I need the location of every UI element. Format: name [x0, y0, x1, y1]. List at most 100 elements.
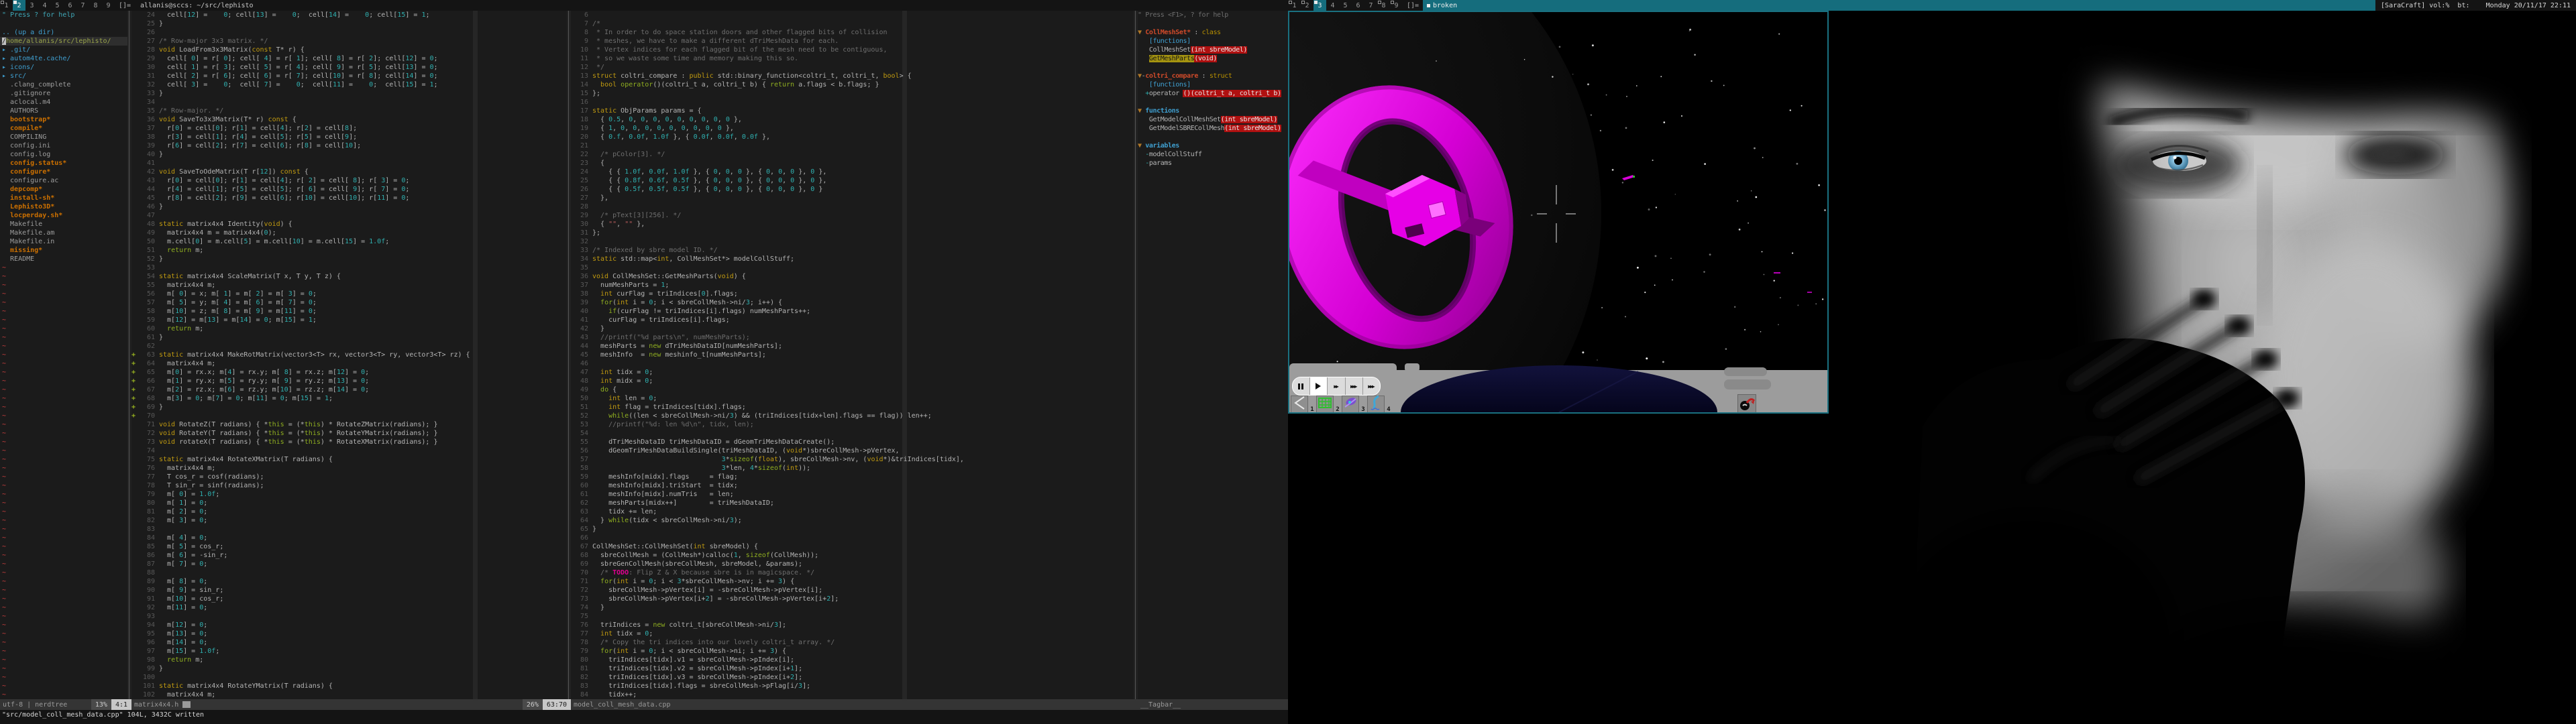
- tagbar-line[interactable]: -modelCollStuff: [1138, 150, 1288, 159]
- workspace-tag-6[interactable]: 6: [64, 0, 76, 11]
- nerdtree-file-Makefilein[interactable]: Makefile.in: [0, 237, 127, 246]
- workspace-tag-8[interactable]: 8: [1377, 0, 1390, 11]
- comms-button[interactable]: [1737, 394, 1756, 413]
- tagbar-pane[interactable]: " Press <F1>, ? for help ▼ CollMeshSet* :…: [1138, 11, 1288, 699]
- workspace-tag-6[interactable]: 6: [1352, 0, 1364, 11]
- game-hud: ▶▶▶▶▶▶▶▶ 1234: [1289, 363, 1827, 412]
- nerdtree-file-README[interactable]: README: [0, 255, 127, 263]
- vim-command-line[interactable]: "src/model_coll_mesh_data.cpp" 104L, 343…: [0, 710, 1288, 724]
- blank-line: [1138, 19, 1288, 28]
- hook-icon: [1368, 395, 1384, 414]
- layout-symbol[interactable]: []=: [115, 0, 135, 11]
- nerdtree-file-locperdaysh[interactable]: locperday.sh*: [0, 211, 127, 220]
- panel-tab[interactable]: [1724, 379, 1771, 389]
- nerdtree-file-Makefile[interactable]: Makefile: [0, 220, 127, 229]
- time-control-ff-4x[interactable]: ▶▶▶: [1346, 377, 1363, 395]
- code-line: 62: [131, 342, 567, 351]
- workspace-tag-2[interactable]: 2: [13, 0, 25, 11]
- nerdtree-root-path[interactable]: /home/allanis/src/lephisto/: [0, 37, 127, 46]
- code-line: 28: [571, 202, 1134, 211]
- empty-line-tilde: ~: [0, 603, 127, 612]
- nerdtree-file-configlog[interactable]: config.log: [0, 150, 127, 159]
- nerdtree-file-configure[interactable]: configure*: [0, 168, 127, 176]
- empty-line-tilde: ~: [0, 490, 127, 499]
- tagbar-line[interactable]: ▼ functions: [1138, 107, 1288, 115]
- game-window[interactable]: ▶▶▶▶▶▶▶▶ 1234: [1288, 11, 1829, 414]
- tagbar-line[interactable]: +operator ()(coltri_t a, coltri_t b): [1138, 89, 1288, 98]
- nerdtree-dir-src[interactable]: ▸ src/: [0, 72, 127, 80]
- nerdtree-file-configureac[interactable]: configure.ac: [0, 176, 127, 185]
- nerdtree-dir-icons[interactable]: ▸ icons/: [0, 63, 127, 72]
- tagbar-line[interactable]: CollMeshSet(int sbreModel): [1138, 46, 1288, 54]
- nerdtree-file-configini[interactable]: config.ini: [0, 141, 127, 150]
- workspace-tag-7[interactable]: 7: [1364, 0, 1377, 11]
- time-control-play[interactable]: [1310, 377, 1328, 395]
- tagbar-line[interactable]: " Press <F1>, ? for help: [1138, 11, 1288, 19]
- play-icon: [1316, 383, 1321, 389]
- hud-button-1[interactable]: [1291, 396, 1308, 413]
- workspace-tag-4[interactable]: 4: [38, 0, 51, 11]
- nerdtree-dir-git[interactable]: ▸ .git/: [0, 46, 127, 54]
- time-control-pause[interactable]: [1293, 377, 1310, 395]
- workspace-tag-8[interactable]: 8: [89, 0, 102, 11]
- code-pane-matrix4x4[interactable]: 24 cell[12] = 0; cell[13] = 0; cell[14] …: [131, 11, 567, 699]
- tagbar-line[interactable]: GetModelSBRECollMesh(int sbreModel): [1138, 124, 1288, 133]
- workspace-tag-4[interactable]: 4: [1326, 0, 1339, 11]
- nerdtree-pane[interactable]: " Press ? for help .. (up a dir)/home/all…: [0, 11, 127, 699]
- workspace-tag-3[interactable]: 3: [1313, 0, 1326, 11]
- workspace-tag-9[interactable]: 9: [1390, 0, 1403, 11]
- code-line: +67 m[2] = rz.x; m[6] = rz.y; m[10] = rz…: [131, 385, 567, 394]
- nerdtree-file-AUTHORS[interactable]: AUTHORS: [0, 107, 127, 115]
- hud-button-3[interactable]: [1342, 396, 1359, 413]
- nerdtree-file-missing[interactable]: missing*: [0, 246, 127, 255]
- hud-button-4[interactable]: [1367, 396, 1385, 413]
- code-line: 56 m[ 0] = x; m[ 1] = m[ 2] = m[ 3] = 0;: [131, 290, 567, 298]
- workspace-tag-5[interactable]: 5: [51, 0, 64, 11]
- workspace-tag-1[interactable]: 1: [0, 0, 13, 11]
- code-line: 6: [571, 11, 1134, 19]
- workspace-tag-2[interactable]: 2: [1301, 0, 1313, 11]
- code-line: 33/* Indexed by sbre model ID. */: [571, 246, 1134, 255]
- code-line: 41: [131, 159, 567, 168]
- nerdtree-file-aclocalm4[interactable]: aclocal.m4: [0, 98, 127, 107]
- nerdtree-file-clang_complete[interactable]: .clang_complete: [0, 80, 127, 89]
- nerdtree-dir-autom4tecache[interactable]: ▸ autom4te.cache/: [0, 54, 127, 63]
- nerdtree-file-depcomp[interactable]: depcomp*: [0, 185, 127, 194]
- tagbar-line[interactable]: [functions]: [1138, 80, 1288, 89]
- workspace-tag-7[interactable]: 7: [76, 0, 89, 11]
- nerdtree-file-configstatus[interactable]: config.status*: [0, 159, 127, 168]
- layout-symbol[interactable]: []=: [1403, 0, 1423, 11]
- tagbar-line[interactable]: ▼-coltri_compare : struct: [1138, 72, 1288, 80]
- tagbar-line[interactable]: [functions]: [1138, 37, 1288, 46]
- workspace-tag-9[interactable]: 9: [102, 0, 115, 11]
- time-control-ff-8x[interactable]: ▶▶▶: [1363, 377, 1380, 395]
- nerdtree-file-COMPILING[interactable]: COMPILING: [0, 133, 127, 141]
- hud-button-2[interactable]: [1316, 396, 1334, 413]
- code-line: 86 m[ 6] = -sin_r;: [131, 551, 567, 560]
- nerdtree-up-dir[interactable]: .. (up a dir): [0, 28, 127, 37]
- nerdtree-file-Lephisto3D[interactable]: Lephisto3D*: [0, 202, 127, 211]
- code-line: 32: [571, 237, 1134, 246]
- nerdtree-help-line[interactable]: " Press ? for help: [0, 11, 127, 19]
- tagbar-line[interactable]: ▼ CollMeshSet* : class: [1138, 28, 1288, 37]
- nerdtree-file-compile[interactable]: compile*: [0, 124, 127, 133]
- blank-line: [0, 19, 127, 28]
- code-line: 78 T sin_r = sinf(radians);: [131, 481, 567, 490]
- panel-tab[interactable]: [1724, 367, 1767, 376]
- workspace-tag-3[interactable]: 3: [25, 0, 38, 11]
- empty-line-tilde: ~: [0, 394, 127, 403]
- nerdtree-file-gitignore[interactable]: .gitignore: [0, 89, 127, 98]
- workspace-tag-1[interactable]: 1: [1288, 0, 1301, 11]
- code-pane-coll-mesh[interactable]: 67/*8 * In order to do space station doo…: [571, 11, 1134, 699]
- tagbar-line[interactable]: -params: [1138, 159, 1288, 168]
- wallpaper-face-photo: [1829, 11, 2576, 724]
- tagbar-line[interactable]: ▼ variables: [1138, 141, 1288, 150]
- code-line: 38 int curFlag = triIndices[0].flags;: [571, 290, 1134, 298]
- nerdtree-file-bootstrap[interactable]: bootstrap*: [0, 115, 127, 124]
- tagbar-line[interactable]: GetModelCollMeshSet(int sbreModel): [1138, 115, 1288, 124]
- workspace-tag-5[interactable]: 5: [1339, 0, 1352, 11]
- time-control-ff-2x[interactable]: ▶▶: [1328, 377, 1345, 395]
- nerdtree-file-installsh[interactable]: install-sh*: [0, 194, 127, 202]
- tagbar-line[interactable]: GetMeshParts(void): [1138, 54, 1288, 63]
- nerdtree-file-Makefileam[interactable]: Makefile.am: [0, 229, 127, 237]
